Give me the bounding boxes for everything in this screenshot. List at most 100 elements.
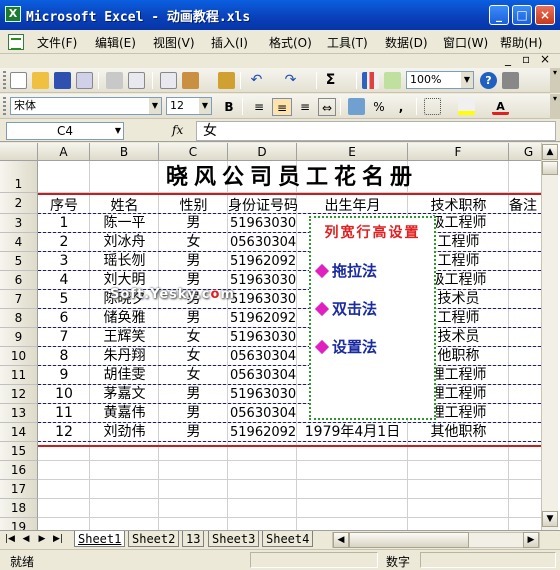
print-preview-icon[interactable]	[128, 72, 145, 89]
table-cell[interactable]: 7	[38, 328, 90, 347]
window-title-bar[interactable]: X Microsoft Excel - 动画教程.xls _ □ ×	[0, 0, 560, 30]
menu-help[interactable]: 帮助(H)	[500, 34, 542, 51]
table-cell[interactable]: 茅嘉文	[90, 385, 159, 404]
undo-icon[interactable]: ↶	[248, 72, 265, 89]
scroll-down-icon[interactable]: ▼	[542, 511, 558, 527]
row-header[interactable]: 13	[0, 404, 38, 423]
sheet-tab[interactable]: 13	[182, 531, 205, 547]
excel-app-icon[interactable]: X	[5, 6, 21, 22]
vertical-scrollbar[interactable]: ▲ ▼	[541, 143, 558, 530]
table-cell[interactable]: 朱丹翔	[90, 347, 159, 366]
font-name-select[interactable]: 宋体 ▼	[10, 97, 162, 115]
tip-item-drag[interactable]: 拖拉法	[314, 260, 377, 281]
horizontal-scrollbar[interactable]: ◀ ▶	[332, 532, 540, 548]
align-right-icon[interactable]: ≡	[296, 98, 314, 116]
minimize-button[interactable]: _	[489, 5, 509, 25]
table-cell[interactable]: 10	[38, 385, 90, 404]
table-cell[interactable]: 瑶长刎	[90, 252, 159, 271]
worksheet-grid[interactable]: A B C D E F G 1 2 3 4 5 6 7 8 9 10 11 12 13 14 15 16 17 1…	[0, 143, 560, 530]
font-color-icon[interactable]: A	[492, 98, 509, 115]
row-header[interactable]: 8	[0, 309, 38, 328]
table-cell[interactable]: 05630304	[228, 347, 297, 366]
open-folder-icon[interactable]	[32, 72, 49, 89]
scroll-up-icon[interactable]: ▲	[542, 144, 558, 160]
insert-function-icon[interactable]: fx	[172, 123, 183, 137]
drawing-icon[interactable]	[384, 72, 401, 89]
autosum-icon[interactable]: Σ	[322, 72, 339, 89]
table-cell[interactable]: 8	[38, 347, 90, 366]
table-cell[interactable]: 储奂雅	[90, 309, 159, 328]
column-header[interactable]: C	[159, 143, 228, 161]
table-cell[interactable]: 男	[159, 423, 228, 442]
row-header[interactable]: 3	[0, 214, 38, 233]
align-left-icon[interactable]: ≡	[250, 98, 268, 116]
sheet-tab[interactable]: Sheet1	[74, 531, 126, 547]
first-sheet-icon[interactable]: |◀	[4, 534, 16, 544]
table-cell[interactable]: 男	[159, 404, 228, 423]
print-icon[interactable]	[106, 72, 123, 89]
close-button[interactable]: ×	[535, 5, 555, 25]
menu-insert[interactable]: 插入(I)	[211, 34, 248, 51]
table-cell[interactable]: 51963030	[228, 290, 297, 309]
table-cell[interactable]: 51962092	[228, 309, 297, 328]
table-cell[interactable]: 男	[159, 309, 228, 328]
sheet-title[interactable]: 晓风公司员工花名册	[38, 162, 546, 193]
font-size-select[interactable]: 12 ▼	[166, 97, 212, 115]
table-cell[interactable]: 4	[38, 271, 90, 290]
format-painter-icon[interactable]	[218, 72, 235, 89]
row-header[interactable]: 18	[0, 499, 38, 518]
sheet-tab[interactable]: Sheet2	[128, 531, 180, 547]
select-all-corner[interactable]	[0, 143, 38, 161]
header-cell[interactable]: 出生年月	[297, 195, 408, 214]
row-header[interactable]: 17	[0, 480, 38, 499]
table-cell[interactable]: 女	[159, 233, 228, 252]
chevron-down-icon[interactable]: ▼	[199, 98, 211, 114]
doc-close-button[interactable]: ×	[540, 52, 550, 66]
table-cell[interactable]: 51962092	[228, 423, 297, 442]
table-cell[interactable]: 11	[38, 404, 90, 423]
tip-item-settings[interactable]: 设置法	[314, 336, 377, 357]
paste-icon[interactable]	[182, 72, 199, 89]
table-cell[interactable]: 05630304	[228, 366, 297, 385]
workbook-icon[interactable]	[8, 34, 24, 50]
toolbar-options-icon[interactable]: ▾	[550, 68, 560, 93]
chevron-down-icon[interactable]: ▼	[461, 72, 473, 88]
chevron-down-icon[interactable]: ▼	[115, 123, 121, 139]
scroll-thumb[interactable]	[542, 161, 558, 175]
toolbar-options-icon[interactable]: ▾	[550, 94, 560, 119]
prev-sheet-icon[interactable]: ◀	[20, 534, 32, 544]
row-header[interactable]: 14	[0, 423, 38, 442]
row-header[interactable]: 4	[0, 233, 38, 252]
copy-icon[interactable]	[160, 72, 177, 89]
last-sheet-icon[interactable]: ▶|	[52, 534, 64, 544]
table-cell[interactable]: 51963030	[228, 385, 297, 404]
borders-icon[interactable]	[424, 98, 441, 115]
table-cell[interactable]: 3	[38, 252, 90, 271]
table-cell[interactable]: 12	[38, 423, 90, 442]
table-cell[interactable]: 1979年4月1日	[297, 423, 408, 442]
formula-input[interactable]: 女	[196, 121, 556, 141]
table-cell[interactable]: 6	[38, 309, 90, 328]
comma-style-button[interactable]: ,	[392, 98, 410, 116]
name-box[interactable]: C4 ▼	[6, 122, 124, 140]
row-header[interactable]: 16	[0, 461, 38, 480]
header-cell[interactable]: 技术职称	[408, 195, 509, 214]
table-cell[interactable]: 女	[159, 366, 228, 385]
row-header[interactable]: 11	[0, 366, 38, 385]
header-cell[interactable]: 性别	[159, 195, 228, 214]
table-cell[interactable]: 男	[159, 252, 228, 271]
tip-item-double-click[interactable]: 双击法	[314, 298, 377, 319]
row-header[interactable]: 7	[0, 290, 38, 309]
fill-color-icon[interactable]	[458, 98, 475, 115]
currency-style-icon[interactable]	[348, 98, 365, 115]
menu-view[interactable]: 视图(V)	[153, 34, 195, 51]
permission-icon[interactable]	[76, 72, 93, 89]
table-cell[interactable]: 9	[38, 366, 90, 385]
table-cell[interactable]: 胡佳雯	[90, 366, 159, 385]
chevron-down-icon[interactable]: ▼	[149, 98, 161, 114]
column-header[interactable]: E	[297, 143, 408, 161]
column-header[interactable]: B	[90, 143, 159, 161]
table-cell[interactable]: 2	[38, 233, 90, 252]
row-header[interactable]: 5	[0, 252, 38, 271]
column-header[interactable]: A	[38, 143, 90, 161]
